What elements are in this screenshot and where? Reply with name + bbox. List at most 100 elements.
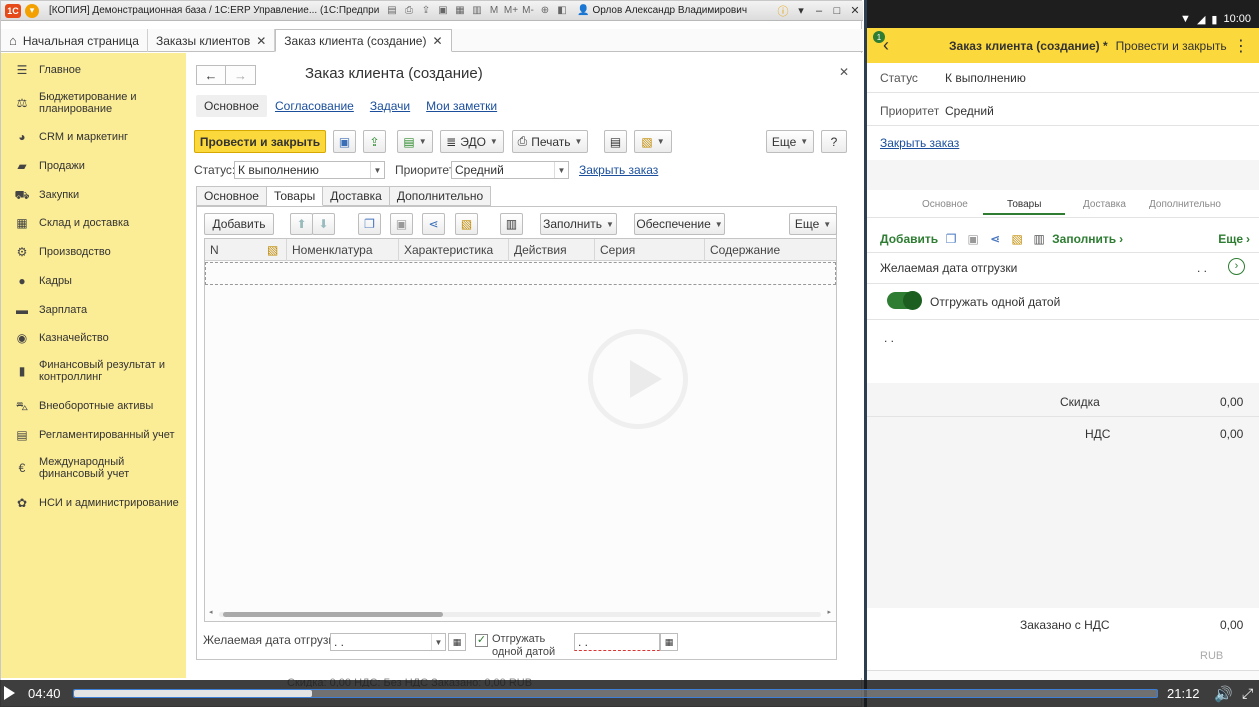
tab-client-orders[interactable]: Заказы клиентов ✕ <box>148 29 276 52</box>
calendar-icon[interactable]: ▥ <box>470 4 484 18</box>
memory-icon[interactable]: M <box>487 4 501 18</box>
upload-icon[interactable]: ⇪ <box>419 4 433 18</box>
phone-post-close-button[interactable]: Провести и закрыть <box>1116 39 1227 53</box>
barcode-button[interactable]: ▥ <box>500 213 523 235</box>
seek-bar[interactable] <box>73 689 1158 698</box>
column-series[interactable]: Серия <box>595 239 705 261</box>
table-row[interactable] <box>205 262 836 285</box>
split-icon[interactable]: ⋖ <box>986 231 1004 247</box>
second-date-input[interactable]: . . <box>574 633 660 651</box>
sidebar-item-fixed-assets[interactable]: ⛍ Внеоборотные активы <box>15 399 180 413</box>
help-button[interactable]: ? <box>821 130 847 153</box>
tab-order-create[interactable]: Заказ клиента (создание) ✕ <box>275 29 452 52</box>
tab-basic[interactable]: Основное <box>196 186 267 206</box>
sidebar-item-financial-result[interactable]: ▮ Финансовый результат и контроллинг <box>15 359 180 383</box>
phone-tab-basic[interactable]: Основное <box>922 199 968 210</box>
print-button[interactable]: ⎙ Печать ▼ <box>512 130 588 153</box>
column-content[interactable]: Содержание <box>705 239 836 261</box>
edo-button[interactable]: ≣ ЭДО ▼ <box>440 130 504 153</box>
close-icon[interactable]: ✕ <box>839 65 849 79</box>
phone-priority-value[interactable]: Средний <box>945 104 994 118</box>
phone-add-button[interactable]: Добавить <box>880 232 938 246</box>
phone-more-button[interactable]: Еще <box>1218 232 1243 246</box>
create-based-on-button[interactable]: ▤ ▼ <box>397 130 433 153</box>
zoom-icon[interactable]: ⊕ <box>538 4 552 18</box>
sidebar-item-salary[interactable]: ▬ Зарплата <box>15 303 180 317</box>
move-up-button[interactable]: ⬆ <box>290 213 313 235</box>
paste-button[interactable]: ▣ <box>390 213 413 235</box>
fullscreen-icon[interactable]: ⤢ <box>1242 685 1253 702</box>
current-user[interactable]: 👤 Орлов Александр Владимирович <box>577 5 747 16</box>
status-select[interactable]: К выполнению ▼ <box>234 161 385 179</box>
horizontal-scrollbar[interactable]: ◂ ▸ <box>209 608 831 618</box>
sidebar-item-regulated[interactable]: ▤ Регламентированный учет <box>15 428 180 442</box>
tab-tasks[interactable]: Задачи <box>362 95 418 117</box>
tab-goods[interactable]: Товары <box>266 186 324 206</box>
back-arrow-icon[interactable]: ← <box>196 65 226 85</box>
maximize-icon[interactable]: □ <box>829 3 845 19</box>
tab-main[interactable]: Основное <box>196 95 267 117</box>
paste-icon[interactable]: ▣ <box>964 231 982 247</box>
phone-tab-goods[interactable]: Товары <box>983 199 1066 215</box>
sidebar-item-admin[interactable]: ✿ НСИ и администрирование <box>15 496 180 510</box>
calendar-button[interactable]: ▦ <box>448 633 466 651</box>
split-button[interactable]: ⋖ <box>422 213 445 235</box>
kebab-menu-icon[interactable]: ⋮ <box>1233 36 1249 56</box>
volume-icon[interactable]: 🔊 <box>1214 685 1233 703</box>
memory-plus-icon[interactable]: M+ <box>504 4 518 18</box>
ship-one-date-toggle[interactable] <box>887 291 922 310</box>
tab-additional[interactable]: Дополнительно <box>389 186 492 206</box>
save-file-icon[interactable]: ▣ <box>436 4 450 18</box>
main-menu-icon[interactable]: ▾ <box>25 3 39 18</box>
minimize-icon[interactable]: – <box>811 3 827 19</box>
chevron-down-icon[interactable]: ▾ <box>793 3 809 19</box>
fill-button[interactable]: Заполнить ▼ <box>540 213 617 235</box>
attachments-button[interactable]: ▧ ▼ <box>634 130 672 153</box>
desired-date-input[interactable]: . . ▼ <box>330 633 446 651</box>
ship-one-date-checkbox[interactable]: ✓ <box>475 634 488 647</box>
phone-desired-date-value[interactable]: . . <box>1197 261 1207 275</box>
forward-arrow-icon[interactable]: → <box>226 65 256 85</box>
doc-icon[interactable]: ▤ <box>385 4 399 18</box>
sidebar-item-crm[interactable]: ◕ CRM и маркетинг <box>15 130 180 144</box>
phone-fill-button[interactable]: Заполнить <box>1052 232 1116 246</box>
goods-table[interactable]: N ▧ Номенклатура Характеристика Действия … <box>204 238 837 622</box>
supply-button[interactable]: Обеспечение ▼ <box>634 213 725 235</box>
sidebar-item-main[interactable]: ☰ Главное <box>15 63 180 77</box>
sidebar-item-treasury[interactable]: ◉ Казначейство <box>15 331 180 345</box>
phone-tab-additional[interactable]: Дополнительно <box>1149 199 1221 210</box>
tab-home[interactable]: ⌂ Начальная страница <box>1 29 148 52</box>
tab-my-notes[interactable]: Мои заметки <box>418 95 505 117</box>
sidebar-item-budget[interactable]: ⚖ Бюджетирование и планирование <box>15 91 180 115</box>
column-actions[interactable]: Действия <box>509 239 595 261</box>
column-nomenclature[interactable]: Номенклатура <box>287 239 399 261</box>
video-play-overlay-icon[interactable] <box>588 329 688 429</box>
sidebar-item-production[interactable]: ⚙ Производство <box>15 245 180 259</box>
close-tab-icon[interactable]: ✕ <box>256 34 266 48</box>
post-button[interactable]: ⇪ <box>363 130 386 153</box>
column-n[interactable]: N ▧ <box>205 239 287 261</box>
close-icon[interactable]: ✕ <box>847 3 863 19</box>
post-and-close-button[interactable]: Провести и закрыть <box>194 130 326 153</box>
calendar-button[interactable]: ▦ <box>660 633 678 651</box>
sidebar-item-sales[interactable]: ▰ Продажи <box>15 159 180 173</box>
grid-more-button[interactable]: Еще ▼ <box>789 213 837 235</box>
chevron-circle-icon[interactable]: › <box>1228 258 1245 275</box>
copy-icon[interactable]: ❐ <box>942 231 960 247</box>
scroll-left-icon[interactable]: ◂ <box>209 608 213 616</box>
priority-select[interactable]: Средний ▼ <box>451 161 569 179</box>
phone-status-value[interactable]: К выполнению <box>945 71 1026 85</box>
sidebar-item-ifrs[interactable]: € Международный финансовый учет <box>15 456 180 480</box>
info-icon[interactable]: ⓘ <box>775 3 791 19</box>
dropdown-icon[interactable]: ▼ <box>431 634 445 650</box>
phone-close-order-link[interactable]: Закрыть заказ <box>880 136 959 150</box>
panel-icon[interactable]: ◧ <box>555 4 569 18</box>
move-down-button[interactable]: ⬇ <box>312 213 335 235</box>
memory-minus-icon[interactable]: M- <box>521 4 535 18</box>
phone-tab-delivery[interactable]: Доставка <box>1083 199 1126 210</box>
add-row-button[interactable]: Добавить <box>204 213 274 235</box>
column-characteristic[interactable]: Характеристика <box>399 239 509 261</box>
calculator-icon[interactable]: ▦ <box>453 4 467 18</box>
select-button[interactable]: ▧ <box>455 213 478 235</box>
sidebar-item-purchases[interactable]: ⛟ Закупки <box>14 188 180 202</box>
